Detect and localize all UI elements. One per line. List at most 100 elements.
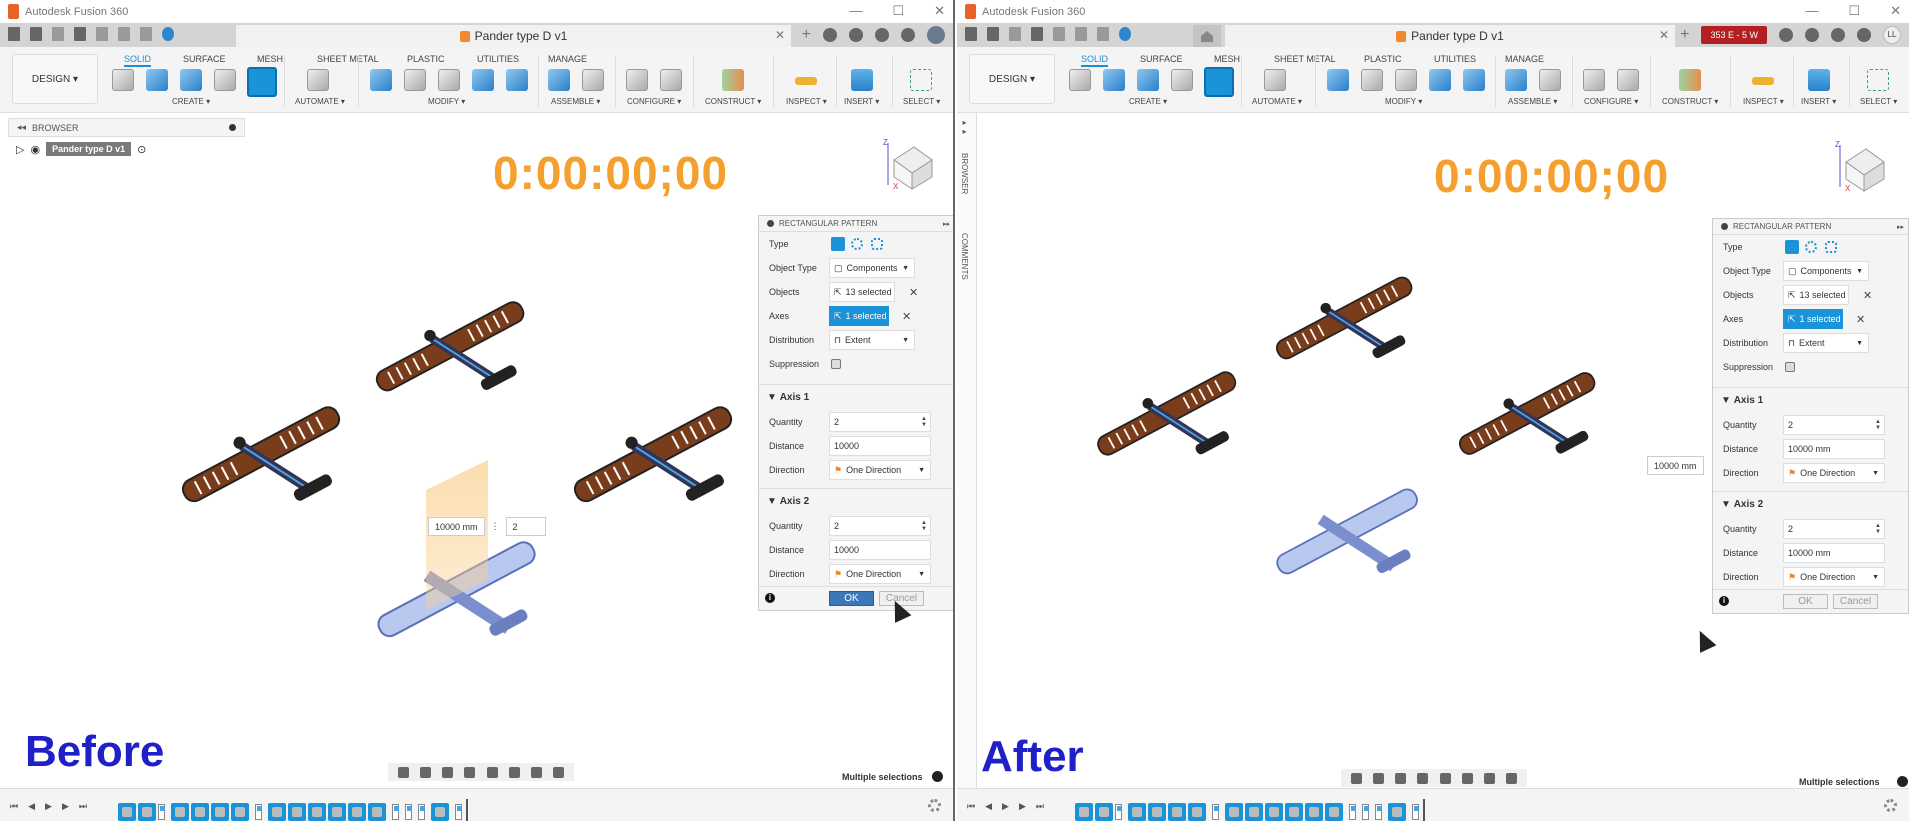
expand-icon[interactable]: ▷ (16, 143, 24, 156)
data-panel-icon[interactable] (1119, 27, 1131, 41)
construct-menu[interactable]: CONSTRUCT ▾ (705, 97, 761, 106)
redo-icon[interactable] (1097, 27, 1109, 41)
timeline-settings-gear-icon[interactable] (928, 799, 941, 812)
display-settings-icon[interactable] (1461, 772, 1473, 784)
pin-icon[interactable] (229, 124, 236, 131)
create-menu[interactable]: CREATE ▾ (172, 97, 210, 106)
airplane-model[interactable] (562, 400, 746, 512)
pan-hand-icon[interactable] (1395, 772, 1407, 784)
timeline-pattern-feature[interactable] (211, 803, 229, 821)
spinner-icon[interactable]: ▲ ▼ (921, 416, 927, 428)
help-icon[interactable] (901, 28, 915, 42)
floating-quantity-input[interactable]: 2 (505, 517, 546, 536)
timeline-feature[interactable] (1375, 804, 1382, 820)
select-icon[interactable] (1867, 69, 1889, 91)
create-sketch-icon[interactable] (112, 69, 134, 91)
path-type-icon[interactable] (1825, 241, 1837, 253)
pan-hand-icon[interactable] (442, 766, 454, 778)
axis2-distance-input[interactable]: 10000 mm (1783, 543, 1885, 563)
axis2-direction-select[interactable]: ⚑ One Direction ▼ (1783, 567, 1885, 587)
rectangular-pattern-icon[interactable] (247, 67, 277, 97)
info-icon[interactable]: i (765, 593, 775, 603)
step-forward-icon[interactable]: ▶ (1019, 801, 1026, 812)
construct-menu[interactable]: CONSTRUCT ▾ (1662, 97, 1718, 106)
undo-icon[interactable] (118, 27, 130, 41)
zoom-icon[interactable] (464, 766, 476, 778)
suppression-checkbox[interactable] (1785, 362, 1795, 372)
job-status-icon[interactable] (823, 28, 837, 42)
tab-utilities[interactable]: UTILITIES (477, 54, 519, 64)
display-settings-icon[interactable] (508, 766, 520, 778)
fit-icon[interactable] (486, 766, 498, 778)
timeline-pattern-feature[interactable] (368, 803, 386, 821)
timeline-pattern-feature[interactable] (231, 803, 249, 821)
status-badge[interactable]: 353 E - 5 W (1701, 26, 1767, 44)
tab-plastic[interactable]: PLASTIC (1364, 54, 1402, 64)
axis2-section-header[interactable]: ▼ Axis 2 (759, 488, 953, 514)
automate-menu[interactable]: AUTOMATE ▾ (295, 97, 345, 106)
browser-side-tab[interactable]: BROWSER (960, 153, 969, 194)
job-status-icon[interactable] (1779, 28, 1793, 42)
axis2-quantity-stepper[interactable]: 2 ▲ ▼ (1783, 519, 1885, 539)
timeline-pattern-feature[interactable] (171, 803, 189, 821)
timeline-pattern-feature[interactable] (1225, 803, 1243, 821)
play-icon[interactable]: ▶ (45, 801, 52, 812)
tab-sheet-metal[interactable]: SHEET METAL (317, 54, 379, 64)
orbit-icon[interactable] (1350, 772, 1362, 784)
timeline-pattern-feature[interactable] (328, 803, 346, 821)
revolve-icon[interactable] (180, 69, 202, 91)
selection-filter-icon[interactable] (1897, 776, 1908, 787)
comments-side-tab[interactable]: COMMENTS (960, 233, 969, 280)
axis1-distance-input[interactable]: 10000 mm (1783, 439, 1885, 459)
file-menu-icon[interactable] (30, 27, 42, 41)
grid-icon[interactable] (531, 766, 543, 778)
cancel-button[interactable]: Cancel (1833, 594, 1878, 609)
assemble-menu[interactable]: ASSEMBLE ▾ (551, 97, 600, 106)
orbit-icon[interactable] (397, 766, 409, 778)
open-icon[interactable] (1009, 27, 1021, 41)
joint-icon[interactable] (1539, 69, 1561, 91)
go-to-start-icon[interactable]: ⏮ (967, 801, 975, 812)
circular-type-icon[interactable] (1805, 241, 1817, 253)
minimize-button[interactable]: — (849, 3, 862, 19)
timeline-pattern-feature[interactable] (1388, 803, 1406, 821)
fillet-icon[interactable] (1361, 69, 1383, 91)
collapse-browser-icon[interactable]: ◂◂ (17, 122, 26, 133)
axis2-direction-select[interactable]: ⚑ One Direction ▼ (829, 564, 931, 584)
timeline-pattern-feature[interactable] (118, 803, 136, 821)
new-tab-button[interactable]: + (802, 27, 811, 43)
timeline-feature[interactable] (1212, 804, 1219, 820)
airplane-model[interactable] (1087, 359, 1248, 471)
fit-icon[interactable] (1439, 772, 1451, 784)
tab-solid[interactable]: SOLID (1081, 54, 1109, 67)
distribution-select[interactable]: ⊓ Extent ▼ (829, 330, 915, 350)
browser-tree-root[interactable]: ▷ ◉ Pander type D v1 ⊙ (16, 142, 146, 156)
measure-icon[interactable] (1752, 77, 1774, 85)
info-icon[interactable]: i (1719, 596, 1729, 606)
timeline-pattern-feature[interactable] (1148, 803, 1166, 821)
airplane-model[interactable] (170, 400, 354, 512)
timeline-pattern-feature[interactable] (1168, 803, 1186, 821)
suppression-checkbox[interactable] (831, 359, 841, 369)
rectangular-pattern-icon[interactable] (1204, 67, 1234, 97)
revolve-icon[interactable] (1137, 69, 1159, 91)
help-icon[interactable] (1857, 28, 1871, 42)
close-tab-icon[interactable]: ✕ (775, 28, 785, 42)
visibility-eye-icon[interactable]: ◉ (30, 143, 40, 156)
view-cube[interactable]: Z X (1832, 137, 1888, 193)
expand-dialog-icon[interactable]: ▸▸ (1897, 223, 1904, 231)
play-icon[interactable]: ▶ (1002, 801, 1009, 812)
construct-plane-icon[interactable] (1679, 69, 1701, 91)
clear-objects-icon[interactable]: ✕ (1863, 289, 1872, 302)
go-to-start-icon[interactable]: ⏮ (10, 801, 18, 812)
close-tab-icon[interactable]: ✕ (1659, 28, 1669, 42)
clear-axes-icon[interactable]: ✕ (1856, 313, 1865, 326)
axis1-quantity-stepper[interactable]: 2 ▲ ▼ (1783, 415, 1885, 435)
spinner-icon[interactable]: ▲ ▼ (1875, 523, 1881, 535)
automate-icon[interactable] (1264, 69, 1286, 91)
app-grid-icon[interactable] (965, 27, 977, 41)
fillet-icon[interactable] (404, 69, 426, 91)
axis2-quantity-stepper[interactable]: 2 ▲ ▼ (829, 516, 931, 536)
timeline-pattern-feature[interactable] (268, 803, 286, 821)
clear-axes-icon[interactable]: ✕ (902, 310, 911, 323)
